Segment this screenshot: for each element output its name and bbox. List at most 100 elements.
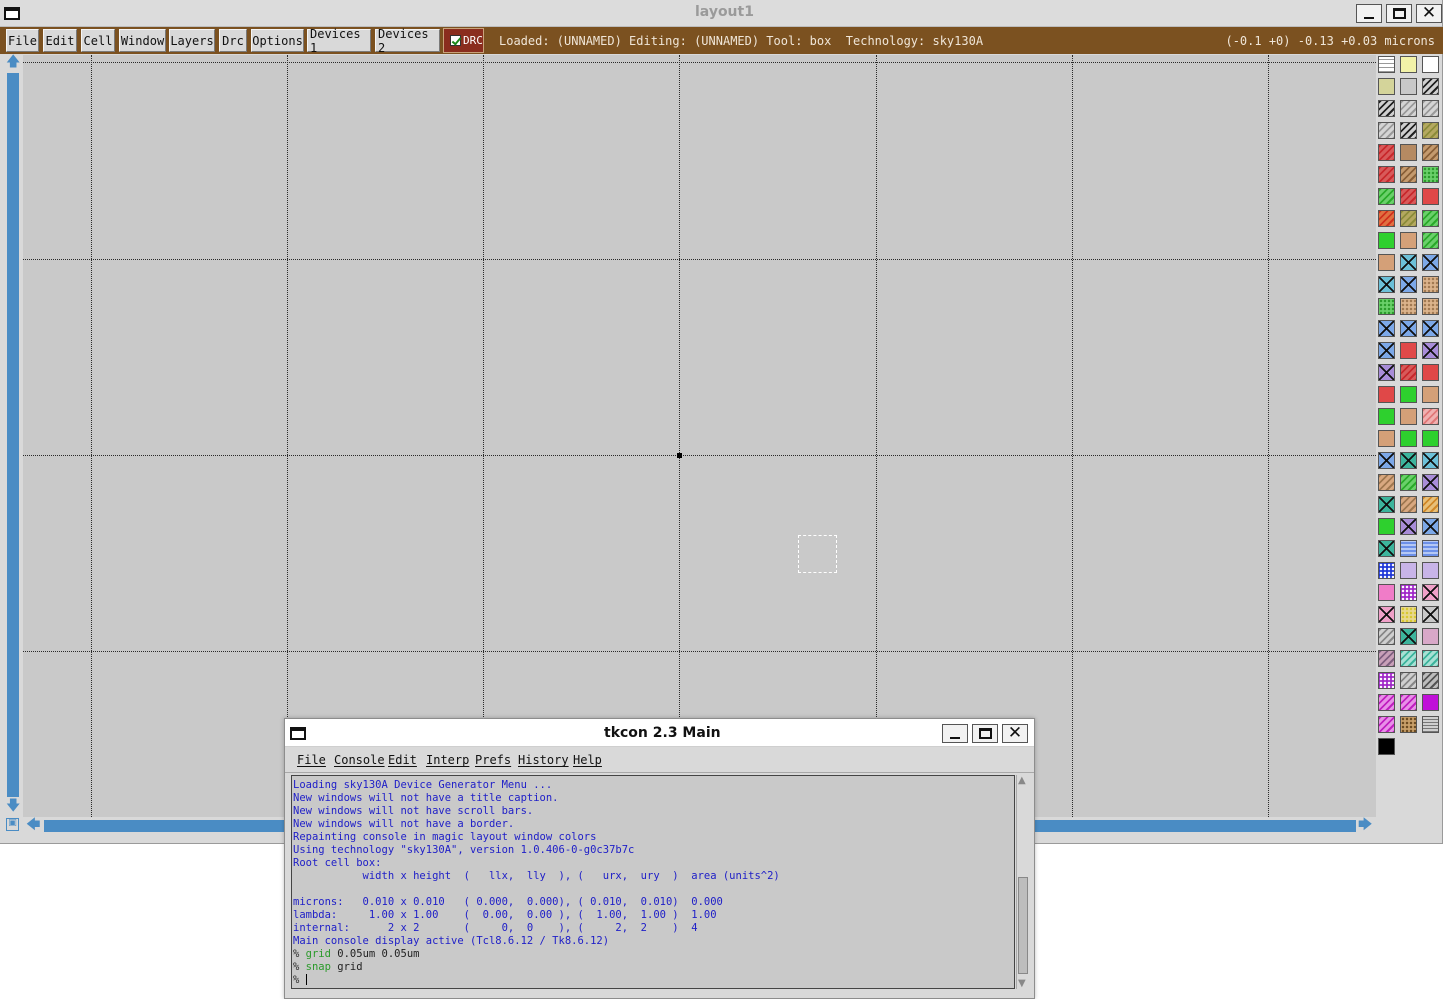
layer-swatch-purple-dots[interactable] bbox=[1400, 584, 1417, 601]
layer-swatch-gray-diag[interactable] bbox=[1422, 672, 1439, 689]
layer-swatch-yellow-dots[interactable] bbox=[1400, 606, 1417, 623]
layer-swatch-lavender[interactable] bbox=[1400, 562, 1417, 579]
tkcon-menu-edit[interactable]: Edit bbox=[388, 753, 417, 767]
layer-swatch-diag-black[interactable] bbox=[1400, 122, 1417, 139]
menu-devices-1[interactable]: Devices 1 bbox=[307, 27, 371, 55]
layer-swatch-diag-gray[interactable] bbox=[1378, 122, 1395, 139]
layer-swatch-green-solid[interactable] bbox=[1422, 430, 1439, 447]
menu-edit[interactable]: Edit bbox=[43, 29, 77, 52]
layer-swatch-brown[interactable] bbox=[1400, 144, 1417, 161]
layer-swatch-light-gray[interactable] bbox=[1400, 78, 1417, 95]
layer-swatch-blue-wave[interactable] bbox=[1400, 540, 1417, 557]
menu-file[interactable]: File bbox=[6, 29, 39, 52]
layer-swatch-green-hatch[interactable] bbox=[1422, 232, 1439, 249]
layer-swatch-teal-x[interactable] bbox=[1378, 496, 1395, 513]
layer-swatch-pale-yellow[interactable] bbox=[1400, 56, 1417, 73]
layer-swatch-blue-x[interactable] bbox=[1378, 342, 1395, 359]
scroll-down-icon[interactable]: 🡇 bbox=[6, 799, 20, 813]
maximize-button[interactable] bbox=[1386, 4, 1412, 23]
menu-drc[interactable]: Drc bbox=[219, 29, 247, 52]
layer-swatch-blue-x[interactable] bbox=[1378, 320, 1395, 337]
tkcon-menu-prefs[interactable]: Prefs bbox=[475, 753, 511, 767]
layer-swatch-red-hatch[interactable] bbox=[1378, 144, 1395, 161]
layer-swatch-green-dots[interactable] bbox=[1378, 298, 1395, 315]
layer-swatch-olive-hatch[interactable] bbox=[1422, 122, 1439, 139]
layer-swatch-brown-dots[interactable] bbox=[1400, 716, 1417, 733]
layer-swatch-brown-hatch[interactable] bbox=[1400, 166, 1417, 183]
layer-swatch-red-solid[interactable] bbox=[1400, 342, 1417, 359]
scroll-down-icon[interactable]: ▼ bbox=[1018, 978, 1026, 989]
layer-swatch-purple-dots[interactable] bbox=[1378, 672, 1395, 689]
layer-swatch-grid-white[interactable] bbox=[1378, 56, 1395, 73]
layer-swatch-teal-x[interactable] bbox=[1400, 628, 1417, 645]
layer-swatch-cyan-x[interactable] bbox=[1422, 452, 1439, 469]
layer-swatch-green-dots[interactable] bbox=[1422, 166, 1439, 183]
layer-swatch-blue-check[interactable] bbox=[1378, 562, 1395, 579]
layer-swatch-purple-x[interactable] bbox=[1422, 474, 1439, 491]
layer-swatch-tan[interactable] bbox=[1400, 232, 1417, 249]
layer-swatch-lavender[interactable] bbox=[1422, 562, 1439, 579]
layer-swatch-teal-hatch[interactable] bbox=[1422, 650, 1439, 667]
drc-toggle[interactable]: DRC bbox=[443, 28, 484, 53]
layer-swatch-pink[interactable] bbox=[1378, 584, 1395, 601]
tkcon-menu-history[interactable]: History bbox=[518, 753, 569, 767]
close-button[interactable]: ✕ bbox=[1416, 4, 1442, 23]
layer-swatch-green-solid[interactable] bbox=[1378, 408, 1395, 425]
menu-devices-2[interactable]: Devices 2 bbox=[375, 27, 440, 55]
menu-layers[interactable]: Layers bbox=[169, 29, 215, 52]
layer-swatch-cyan-x[interactable] bbox=[1378, 276, 1395, 293]
layer-swatch-mauve-hatch[interactable] bbox=[1378, 650, 1395, 667]
minimize-button[interactable] bbox=[1356, 4, 1382, 23]
menu-options[interactable]: Options bbox=[251, 29, 304, 52]
layer-swatch-diag-black[interactable] bbox=[1378, 100, 1395, 117]
menu-cell[interactable]: Cell bbox=[81, 29, 115, 52]
magic-title-bar[interactable]: layout1 ✕ bbox=[0, 0, 1442, 27]
layer-swatch-green-solid[interactable] bbox=[1400, 430, 1417, 447]
layer-swatch-black[interactable] bbox=[1378, 738, 1395, 755]
layer-swatch-orange-hatch[interactable] bbox=[1422, 496, 1439, 513]
layer-swatch-tan-dots[interactable] bbox=[1422, 276, 1439, 293]
layer-swatch-red-orange-hatch[interactable] bbox=[1378, 210, 1395, 227]
scroll-up-icon[interactable]: 🡅 bbox=[6, 55, 20, 69]
layer-swatch-magenta-hatch[interactable] bbox=[1378, 694, 1395, 711]
layer-swatch-blue-x[interactable] bbox=[1400, 320, 1417, 337]
console-input-line[interactable]: % bbox=[293, 974, 1014, 987]
layer-swatch-gray-hatch[interactable] bbox=[1378, 628, 1395, 645]
vertical-scrollbar[interactable]: 🡅 🡇 bbox=[4, 55, 22, 817]
scroll-up-icon[interactable]: ▲ bbox=[1018, 775, 1026, 786]
layer-swatch-magenta-hatch[interactable] bbox=[1400, 694, 1417, 711]
layer-swatch-green-hatch[interactable] bbox=[1400, 474, 1417, 491]
layer-swatch-tan-dots[interactable] bbox=[1422, 298, 1439, 315]
layer-swatch-green-solid[interactable] bbox=[1400, 386, 1417, 403]
layer-swatch-gray-x[interactable] bbox=[1422, 606, 1439, 623]
layer-swatch-blue-x[interactable] bbox=[1400, 276, 1417, 293]
layer-swatch-magenta-solid[interactable] bbox=[1422, 694, 1439, 711]
layer-swatch-tan[interactable] bbox=[1422, 386, 1439, 403]
layer-swatch-red-hatch[interactable] bbox=[1400, 188, 1417, 205]
layer-swatch-green-solid[interactable] bbox=[1378, 518, 1395, 535]
console-scroll-thumb[interactable] bbox=[1018, 877, 1028, 974]
layer-swatch-brown-hatch[interactable] bbox=[1422, 144, 1439, 161]
zoom-box-icon[interactable]: ▣ bbox=[6, 818, 19, 831]
layer-swatch-red-hatch[interactable] bbox=[1378, 166, 1395, 183]
layer-swatch-teal-x[interactable] bbox=[1378, 540, 1395, 557]
layer-swatch-red-solid[interactable] bbox=[1378, 386, 1395, 403]
layer-swatch-pale-olive[interactable] bbox=[1378, 78, 1395, 95]
layer-swatch-blue-x[interactable] bbox=[1378, 452, 1395, 469]
layer-swatch-diag-gray[interactable] bbox=[1422, 100, 1439, 117]
layer-swatch-cyan-x[interactable] bbox=[1400, 254, 1417, 271]
layer-swatch-green-hatch[interactable] bbox=[1378, 188, 1395, 205]
layer-swatch-diag-black[interactable] bbox=[1422, 78, 1439, 95]
layer-swatch-pink-hatch[interactable] bbox=[1422, 408, 1439, 425]
tkcon-menu-help[interactable]: Help bbox=[573, 753, 602, 767]
layer-swatch-tan[interactable] bbox=[1378, 430, 1395, 447]
layer-swatch-green-hatch[interactable] bbox=[1422, 210, 1439, 227]
tkcon-menu-console[interactable]: Console bbox=[334, 753, 385, 767]
layer-swatch-blue-x[interactable] bbox=[1422, 320, 1439, 337]
tkcon-menu-file[interactable]: File bbox=[297, 753, 326, 767]
layer-swatch-tan-hatch[interactable] bbox=[1400, 496, 1417, 513]
layer-swatch-pink-x[interactable] bbox=[1422, 584, 1439, 601]
layer-swatch-blue-x[interactable] bbox=[1422, 254, 1439, 271]
layer-swatch-tan[interactable] bbox=[1400, 408, 1417, 425]
tkcon-maximize-button[interactable] bbox=[972, 724, 998, 743]
